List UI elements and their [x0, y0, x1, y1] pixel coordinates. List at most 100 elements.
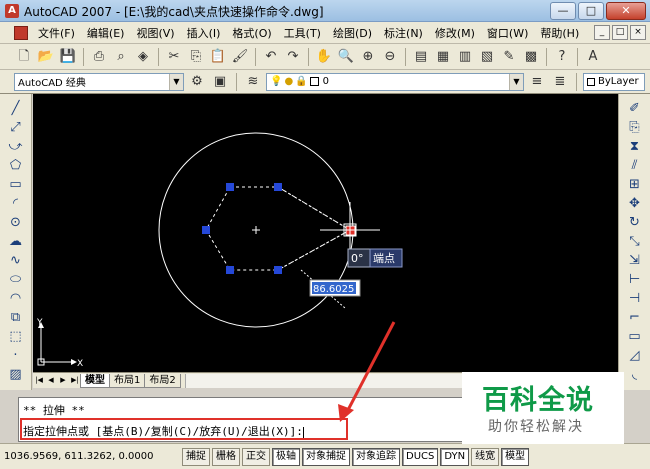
doc-restore-button[interactable]: □ [612, 25, 628, 40]
tab-model[interactable]: 模型 [80, 373, 110, 388]
undo-icon[interactable]: ↶ [261, 47, 281, 67]
pan-icon[interactable]: ✋ [314, 47, 334, 67]
menu-help[interactable]: 帮助(H) [534, 25, 585, 41]
close-button[interactable]: ✕ [606, 2, 646, 20]
stretch-icon[interactable]: ⇲ [624, 252, 646, 270]
coordinate-readout[interactable]: 1036.9569, 611.3262, 0.0000 [4, 451, 180, 462]
plot-icon[interactable]: ⎙ [89, 47, 109, 67]
trim-icon[interactable]: ⊢ [624, 271, 646, 289]
zoom-previous-icon[interactable]: ⊖ [380, 47, 400, 67]
status-dyn-button[interactable]: DYN [440, 447, 470, 466]
layer-previous-icon[interactable]: ≣ [550, 72, 570, 92]
tab-layout1[interactable]: 布局1 [109, 373, 146, 388]
ellipse-arc-icon[interactable]: ◠ [5, 290, 27, 308]
workspace-save-icon[interactable]: ▣ [210, 72, 230, 92]
maximize-button[interactable]: □ [578, 2, 604, 20]
ellipse-icon[interactable]: ⬭ [5, 271, 27, 289]
workspace-select[interactable]: AutoCAD 经典 ▼ [14, 72, 184, 91]
status-polar-button[interactable]: 极轴 [272, 447, 300, 466]
properties-icon[interactable]: ▤ [411, 47, 431, 67]
menu-view[interactable]: 视图(V) [130, 25, 180, 41]
autocad-icon[interactable]: A [5, 4, 19, 18]
offset-icon[interactable]: ⫽ [624, 157, 646, 175]
doc-close-button[interactable]: × [630, 25, 646, 40]
construction-line-icon[interactable]: ⤢ [5, 119, 27, 137]
spline-icon[interactable]: ∿ [5, 252, 27, 270]
markup-icon[interactable]: ✎ [499, 47, 519, 67]
status-osnap-button[interactable]: 对象捕捉 [302, 447, 350, 466]
grip-point[interactable] [274, 266, 282, 274]
minimize-button[interactable]: — [550, 2, 576, 20]
menu-file[interactable]: 文件(F) [32, 25, 81, 41]
fillet-icon[interactable]: ◟ [624, 366, 646, 384]
rectangle-icon[interactable]: ▭ [5, 176, 27, 194]
chevron-down-icon[interactable]: ▼ [169, 73, 183, 90]
grip-point[interactable] [226, 266, 234, 274]
color-select[interactable]: ByLayer [583, 72, 645, 91]
hexagon-entity[interactable] [205, 186, 352, 271]
tab-next-icon[interactable]: ▶ [57, 374, 69, 387]
status-snap-button[interactable]: 捕捉 [182, 447, 210, 466]
status-ducs-button[interactable]: DUCS [402, 447, 439, 466]
make-block-icon[interactable]: ⬚ [5, 328, 27, 346]
menu-edit[interactable]: 编辑(E) [81, 25, 131, 41]
help-icon[interactable]: ? [552, 47, 572, 67]
layer-select[interactable]: 💡 ● 🔒 0 ▼ [266, 72, 524, 91]
menu-tools[interactable]: 工具(T) [278, 25, 327, 41]
mirror-icon[interactable]: ⧗ [624, 138, 646, 156]
doc-minimize-button[interactable]: _ [594, 25, 610, 40]
workspace-settings-icon[interactable]: ⚙ [187, 72, 207, 92]
menu-modify[interactable]: 修改(M) [429, 25, 481, 41]
line-icon[interactable]: ╱ [5, 100, 27, 118]
extend-icon[interactable]: ⊣ [624, 290, 646, 308]
menu-insert[interactable]: 插入(I) [181, 25, 227, 41]
status-model-button[interactable]: 模型 [501, 447, 530, 466]
new-icon[interactable]: 🗋 [14, 47, 34, 67]
erase-icon[interactable]: ✐ [624, 100, 646, 118]
grip-point[interactable] [202, 226, 210, 234]
insert-block-icon[interactable]: ⧉ [5, 309, 27, 327]
paste-icon[interactable]: 📋 [208, 47, 228, 67]
drawing-canvas[interactable]: 0° 端点 86.6025 Y X [33, 94, 618, 372]
sheetset-icon[interactable]: ▧ [477, 47, 497, 67]
tab-layout2[interactable]: 布局2 [144, 373, 181, 388]
polyline-icon[interactable]: ⤻ [5, 138, 27, 156]
text-style-icon[interactable]: A [583, 47, 603, 67]
menu-format[interactable]: 格式(O) [226, 25, 277, 41]
polygon-icon[interactable]: ⬠ [5, 157, 27, 175]
grip-point[interactable] [274, 183, 282, 191]
circle-icon[interactable]: ⊙ [5, 214, 27, 232]
arc-icon[interactable]: ◜ [5, 195, 27, 213]
zoom-realtime-icon[interactable]: 🔍 [336, 47, 356, 67]
menu-dimension[interactable]: 标注(N) [378, 25, 429, 41]
designcenter-icon[interactable]: ▦ [433, 47, 453, 67]
copy-icon[interactable]: ⎘ [186, 47, 206, 67]
open-icon[interactable]: 📂 [36, 47, 56, 67]
matchprop-icon[interactable]: 🖌 [230, 47, 250, 67]
save-icon[interactable]: 💾 [58, 47, 78, 67]
status-grid-button[interactable]: 栅格 [212, 447, 240, 466]
break-icon[interactable]: ⌐ [624, 309, 646, 327]
status-otrack-button[interactable]: 对象追踪 [352, 447, 400, 466]
preview-icon[interactable]: ⌕ [111, 47, 131, 67]
tab-prev-icon[interactable]: ◀ [45, 374, 57, 387]
grip-point[interactable] [226, 183, 234, 191]
rotate-icon[interactable]: ↻ [624, 214, 646, 232]
status-lineweight-button[interactable]: 线宽 [471, 447, 500, 466]
layer-manager-icon[interactable]: ≋ [243, 72, 263, 92]
chamfer-icon[interactable]: ◿ [624, 347, 646, 365]
toolpalettes-icon[interactable]: ▥ [455, 47, 475, 67]
copy-object-icon[interactable]: ⎘ [624, 119, 646, 137]
chevron-down-icon[interactable]: ▼ [509, 73, 523, 90]
join-icon[interactable]: ▭ [624, 328, 646, 346]
document-icon[interactable] [14, 25, 28, 40]
menu-draw[interactable]: 绘图(D) [327, 25, 378, 41]
cut-icon[interactable]: ✂ [164, 47, 184, 67]
revision-cloud-icon[interactable]: ☁ [5, 233, 27, 251]
status-ortho-button[interactable]: 正交 [242, 447, 270, 466]
publish-icon[interactable]: ◈ [133, 47, 153, 67]
calculator-icon[interactable]: ▩ [521, 47, 541, 67]
array-icon[interactable]: ⊞ [624, 176, 646, 194]
redo-icon[interactable]: ↷ [283, 47, 303, 67]
horizontal-scrollbar[interactable] [184, 373, 462, 388]
